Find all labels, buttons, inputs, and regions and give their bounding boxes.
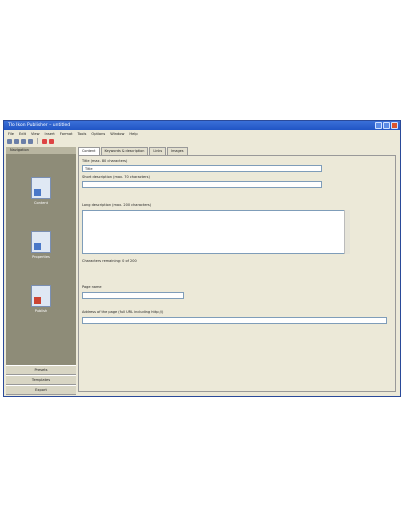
textarea-scrollbar[interactable] bbox=[344, 210, 350, 254]
tab-keywords[interactable]: Keywords & description bbox=[100, 147, 149, 155]
menu-tools[interactable]: Tools bbox=[78, 132, 87, 136]
tab-strip: Content Keywords & description Links Ima… bbox=[78, 147, 396, 156]
sidebar-item-content[interactable]: Content bbox=[14, 177, 68, 205]
menu-format[interactable]: Format bbox=[60, 132, 73, 136]
long-description-textarea[interactable] bbox=[82, 210, 348, 254]
sidebar-item-properties[interactable]: Properties bbox=[14, 231, 68, 259]
tab-links[interactable]: Links bbox=[149, 147, 167, 155]
sidebar-item-label: Content bbox=[34, 201, 48, 205]
sidebar-item-label: Publish bbox=[34, 309, 48, 313]
title-input[interactable]: Title bbox=[82, 165, 322, 172]
page-name-input[interactable] bbox=[82, 292, 184, 299]
menu-edit[interactable]: Edit bbox=[19, 132, 26, 136]
redo-icon[interactable] bbox=[49, 138, 54, 144]
save-icon[interactable] bbox=[21, 138, 26, 144]
properties-document-icon bbox=[31, 231, 51, 253]
document-icon bbox=[31, 177, 51, 199]
title-label: Title (max. 80 characters) bbox=[82, 159, 128, 163]
menu-help[interactable]: Help bbox=[129, 132, 137, 136]
close-button[interactable] bbox=[391, 122, 398, 129]
tab-images[interactable]: Images bbox=[167, 147, 188, 155]
new-icon[interactable] bbox=[7, 138, 12, 144]
sidebar-item-label: Properties bbox=[32, 255, 50, 259]
publish-document-icon bbox=[31, 285, 51, 307]
short-description-input[interactable] bbox=[82, 181, 322, 188]
content-form: Title (max. 80 characters) Title Short d… bbox=[78, 155, 396, 392]
sidebar-buttons: Presets Templates Export bbox=[6, 365, 76, 395]
long-description-label: Long description (max. 200 characters) bbox=[82, 203, 152, 207]
sidebar: Navigation Content Properties Publish Pr… bbox=[6, 147, 76, 395]
menu-options[interactable]: Options bbox=[91, 132, 105, 136]
presets-button[interactable]: Presets bbox=[6, 365, 76, 375]
sidebar-item-publish[interactable]: Publish bbox=[14, 285, 68, 313]
page-name-label: Page name bbox=[82, 285, 102, 289]
minimize-button[interactable] bbox=[375, 122, 382, 129]
export-button[interactable]: Export bbox=[6, 385, 76, 395]
menu-view[interactable]: View bbox=[31, 132, 40, 136]
toolbar bbox=[4, 137, 400, 145]
menu-insert[interactable]: Insert bbox=[45, 132, 55, 136]
window-title: Tlo Ikon Publisher – untitled bbox=[8, 123, 71, 128]
open-icon[interactable] bbox=[14, 138, 19, 144]
menu-window[interactable]: Window bbox=[110, 132, 124, 136]
menu-bar: File Edit View Insert Format Tools Optio… bbox=[4, 130, 400, 137]
sidebar-header: Navigation bbox=[6, 147, 76, 154]
maximize-button[interactable] bbox=[383, 122, 390, 129]
menu-file[interactable]: File bbox=[8, 132, 14, 136]
application-window: Tlo Ikon Publisher – untitled File Edit … bbox=[3, 120, 401, 397]
title-bar: Tlo Ikon Publisher – untitled bbox=[4, 121, 400, 130]
toolbar-separator bbox=[37, 138, 38, 144]
undo-icon[interactable] bbox=[42, 138, 47, 144]
preview-icon[interactable] bbox=[28, 138, 33, 144]
templates-button[interactable]: Templates bbox=[6, 375, 76, 385]
short-description-label: Short description (max. 70 characters) bbox=[82, 175, 150, 179]
remaining-hint: Characters remaining: 0 of 200 bbox=[82, 259, 137, 263]
url-label: Address of the page (full URL including … bbox=[82, 310, 164, 314]
url-input[interactable] bbox=[82, 317, 387, 324]
